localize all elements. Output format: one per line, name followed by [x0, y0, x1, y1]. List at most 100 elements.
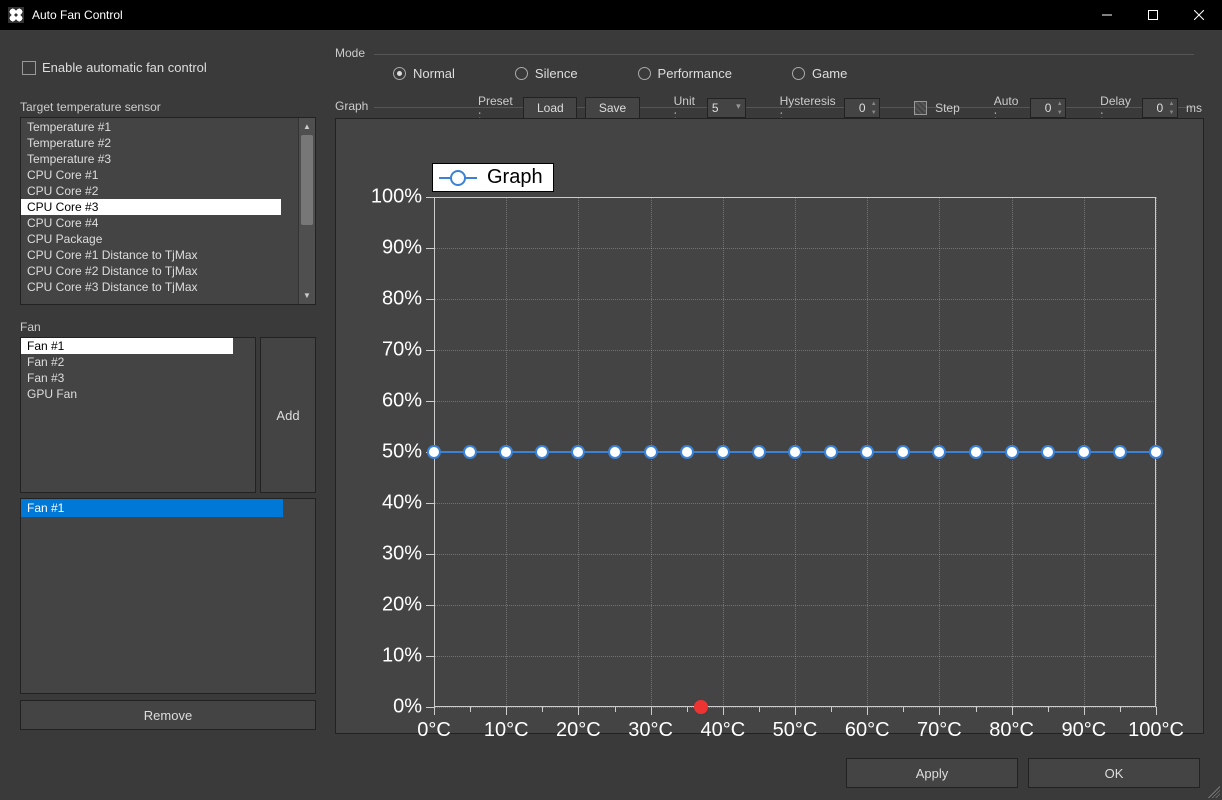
assigned-fan-listbox[interactable]: Fan #1	[20, 498, 316, 694]
x-tick-label: 60°C	[837, 719, 897, 742]
y-tick-label: 100%	[362, 186, 422, 209]
apply-button[interactable]: Apply	[846, 758, 1018, 788]
sensor-listbox[interactable]: Temperature #1Temperature #2Temperature …	[20, 117, 316, 305]
preset-save-button[interactable]: Save	[585, 97, 639, 119]
fan-list-label: Fan	[20, 320, 41, 334]
radio-icon	[638, 67, 651, 80]
curve-point[interactable]	[896, 445, 910, 459]
window-title: Auto Fan Control	[32, 8, 1084, 22]
preset-load-button[interactable]: Load	[523, 97, 577, 119]
y-tick-label: 30%	[362, 543, 422, 566]
minimize-button[interactable]	[1084, 0, 1130, 30]
mode-radio-normal[interactable]: Normal	[393, 66, 455, 81]
x-tick-label: 50°C	[765, 719, 825, 742]
curve-point[interactable]	[860, 445, 874, 459]
fan-item[interactable]: Fan #2	[21, 354, 255, 370]
curve-point[interactable]	[932, 445, 946, 459]
curve-point[interactable]	[644, 445, 658, 459]
fan-curve-chart[interactable]: 0°C10°C20°C30°C40°C50°C60°C70°C80°C90°C1…	[335, 118, 1204, 734]
auto-input[interactable]: 0▲▼	[1030, 98, 1066, 118]
radio-icon	[393, 67, 406, 80]
close-button[interactable]	[1176, 0, 1222, 30]
step-label: Step	[935, 101, 960, 115]
graph-toolbar: Preset : Load Save Unit : 5 Hysteresis :…	[478, 96, 1202, 120]
y-tick-label: 80%	[362, 288, 422, 311]
radio-icon	[792, 67, 805, 80]
sensor-item[interactable]: CPU Core #1	[21, 167, 298, 183]
y-tick-label: 60%	[362, 390, 422, 413]
radio-icon	[515, 67, 528, 80]
y-tick-label: 90%	[362, 237, 422, 260]
sensor-item[interactable]: CPU Package	[21, 231, 298, 247]
x-tick-label: 70°C	[909, 719, 969, 742]
enable-label: Enable automatic fan control	[42, 60, 207, 75]
x-tick-label: 80°C	[982, 719, 1042, 742]
legend-line-marker-icon	[439, 177, 477, 179]
curve-point[interactable]	[427, 445, 441, 459]
sensor-item[interactable]: Temperature #1	[21, 119, 298, 135]
sensor-item[interactable]: Temperature #2	[21, 135, 298, 151]
delay-unit-label: ms	[1186, 101, 1202, 115]
scroll-down-icon[interactable]: ▼	[299, 287, 315, 304]
fan-item[interactable]: Fan #1	[21, 338, 233, 354]
sensor-item[interactable]: CPU Core #4	[21, 215, 298, 231]
curve-point[interactable]	[824, 445, 838, 459]
sensor-scrollbar[interactable]: ▲ ▼	[298, 118, 315, 304]
mode-radio-performance[interactable]: Performance	[638, 66, 732, 81]
y-tick-label: 0%	[362, 696, 422, 719]
legend-label: Graph	[487, 166, 543, 189]
x-tick-label: 0°C	[404, 719, 464, 742]
curve-point[interactable]	[463, 445, 477, 459]
fan-item[interactable]: Fan #3	[21, 370, 255, 386]
x-tick-label: 100°C	[1126, 719, 1186, 742]
graph-group-label: Graph	[335, 99, 368, 113]
ok-button[interactable]: OK	[1028, 758, 1200, 788]
curve-point[interactable]	[969, 445, 983, 459]
sensor-item[interactable]: Temperature #3	[21, 151, 298, 167]
curve-point[interactable]	[716, 445, 730, 459]
sensor-item[interactable]: CPU Core #2	[21, 183, 298, 199]
curve-point[interactable]	[752, 445, 766, 459]
checkbox-icon[interactable]	[22, 61, 36, 75]
titlebar: Auto Fan Control	[0, 0, 1222, 30]
remove-button[interactable]: Remove	[20, 700, 316, 730]
mode-radio-group: Normal Silence Performance Game	[393, 66, 847, 81]
fan-item[interactable]: GPU Fan	[21, 386, 255, 402]
resize-grip-icon[interactable]	[1208, 786, 1220, 798]
curve-point[interactable]	[1041, 445, 1055, 459]
y-tick-label: 20%	[362, 594, 422, 617]
curve-point[interactable]	[680, 445, 694, 459]
hysteresis-input[interactable]: 0▲▼	[844, 98, 880, 118]
y-tick-label: 10%	[362, 645, 422, 668]
app-icon	[8, 7, 24, 23]
y-tick-label: 70%	[362, 339, 422, 362]
sensor-item[interactable]: CPU Core #3	[21, 199, 281, 215]
curve-point[interactable]	[1149, 445, 1163, 459]
enable-auto-fan-control[interactable]: Enable automatic fan control	[22, 60, 207, 75]
mode-radio-silence[interactable]: Silence	[515, 66, 578, 81]
maximize-button[interactable]	[1130, 0, 1176, 30]
scroll-thumb[interactable]	[301, 135, 313, 225]
curve-point[interactable]	[1005, 445, 1019, 459]
sensor-item[interactable]: CPU Core #2 Distance to TjMax	[21, 263, 298, 279]
curve-point[interactable]	[608, 445, 622, 459]
curve-point[interactable]	[499, 445, 513, 459]
sensor-item[interactable]: CPU Core #1 Distance to TjMax	[21, 247, 298, 263]
curve-point[interactable]	[571, 445, 585, 459]
curve-point[interactable]	[1113, 445, 1127, 459]
y-tick-label: 40%	[362, 492, 422, 515]
add-button[interactable]: Add	[260, 337, 316, 493]
step-checkbox[interactable]	[914, 101, 927, 115]
delay-input[interactable]: 0▲▼	[1142, 98, 1178, 118]
curve-point[interactable]	[1077, 445, 1091, 459]
scroll-up-icon[interactable]: ▲	[299, 118, 315, 135]
mode-radio-game[interactable]: Game	[792, 66, 847, 81]
curve-point[interactable]	[788, 445, 802, 459]
fan-select-listbox[interactable]: Fan #1Fan #2Fan #3GPU Fan	[20, 337, 256, 493]
mode-divider	[374, 54, 1194, 55]
x-tick-label: 20°C	[548, 719, 608, 742]
assigned-fan-item[interactable]: Fan #1	[21, 499, 283, 517]
unit-select[interactable]: 5	[707, 98, 746, 118]
sensor-item[interactable]: CPU Core #3 Distance to TjMax	[21, 279, 298, 293]
curve-point[interactable]	[535, 445, 549, 459]
